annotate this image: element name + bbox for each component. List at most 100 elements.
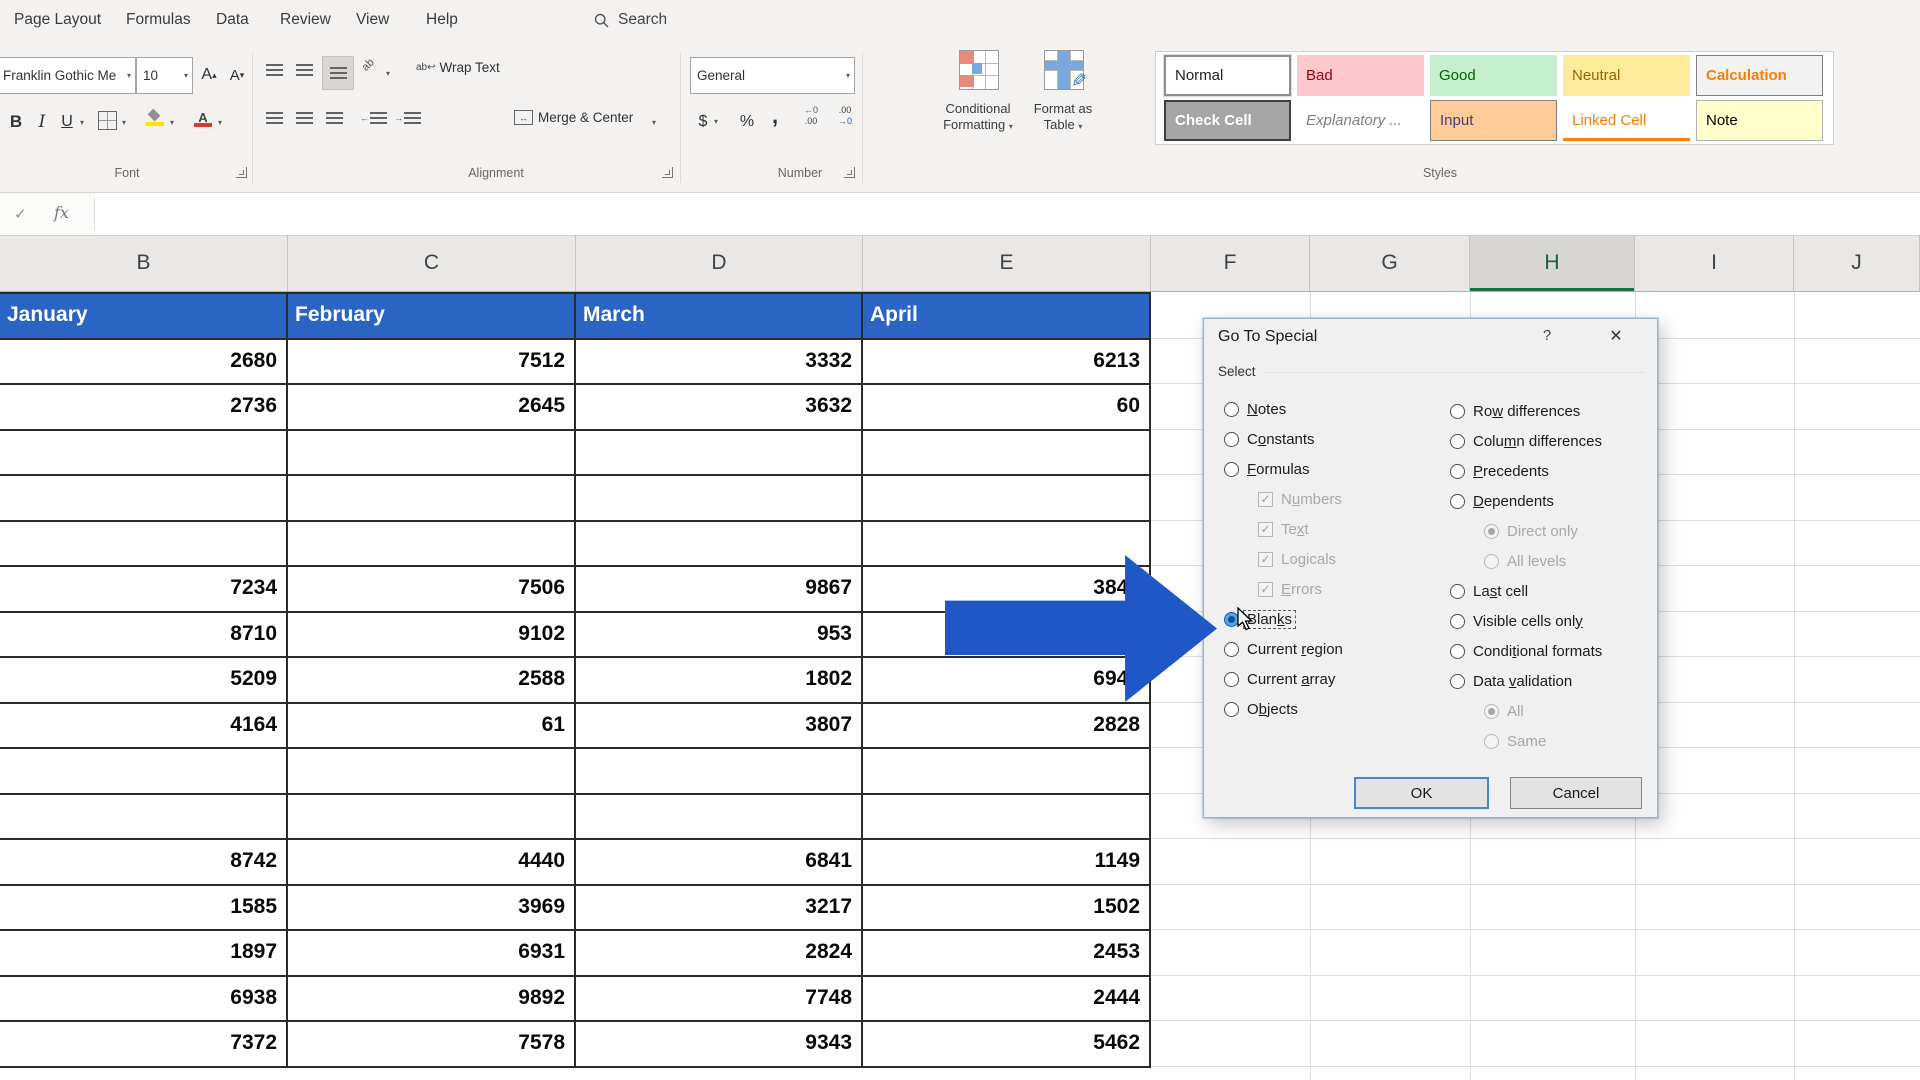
cancel-button[interactable]: Cancel	[1510, 777, 1642, 809]
option-constants[interactable]: Constants	[1224, 424, 1444, 454]
option-dependents[interactable]: Dependents	[1450, 486, 1655, 516]
data-cell[interactable]: 6931	[288, 931, 576, 975]
fx-icon[interactable]: fx	[54, 203, 69, 222]
data-cell[interactable]: 9867	[576, 567, 863, 611]
data-cell[interactable]	[288, 430, 576, 474]
font-size-combo[interactable]: 10 ▾	[136, 57, 193, 94]
data-cell[interactable]	[576, 749, 863, 793]
option-blanks[interactable]: Blanks	[1224, 604, 1444, 634]
align-right-button[interactable]	[326, 112, 343, 124]
data-cell[interactable]: 2453	[863, 931, 1151, 975]
data-cell[interactable]: 1149	[863, 840, 1151, 884]
data-cell[interactable]: 7512	[288, 339, 576, 383]
data-cell[interactable]: 9343	[576, 1022, 863, 1066]
radio-dependents[interactable]	[1450, 493, 1465, 509]
shrink-font-button[interactable]: A ▾	[224, 60, 250, 90]
data-cell[interactable]: 6841	[576, 840, 863, 884]
option-current-region[interactable]: Current region	[1224, 634, 1444, 664]
font-dialog-launcher[interactable]	[236, 167, 247, 178]
data-cell[interactable]: 3332	[576, 339, 863, 383]
month-header-cell[interactable]: April	[863, 294, 1151, 338]
column-header-I[interactable]: I	[1635, 236, 1794, 291]
data-cell[interactable]	[863, 749, 1151, 793]
align-top-button[interactable]	[266, 64, 283, 76]
data-cell[interactable]: 7372	[0, 1022, 288, 1066]
bold-button[interactable]: B	[4, 106, 28, 138]
comma-style-button[interactable]: ,	[766, 101, 784, 131]
italic-button[interactable]: I	[32, 106, 52, 138]
search-box[interactable]: Search	[594, 11, 667, 29]
option-conditional-formats[interactable]: Conditional formats	[1450, 636, 1655, 666]
radio-visible-cells-only[interactable]	[1450, 613, 1465, 629]
align-center-button[interactable]	[296, 112, 313, 124]
radio-current-region[interactable]	[1224, 641, 1239, 657]
chevron-down-icon[interactable]: ▾	[122, 118, 126, 127]
decrease-decimal-button[interactable]: .00 →0	[830, 105, 860, 137]
data-cell[interactable]	[863, 430, 1151, 474]
chevron-down-icon[interactable]: ▾	[714, 117, 718, 126]
grow-font-button[interactable]: A ▴	[196, 60, 222, 90]
option-data-validation[interactable]: Data validation	[1450, 666, 1655, 696]
data-cell[interactable]: 2824	[576, 931, 863, 975]
close-icon[interactable]: ✕	[1596, 326, 1636, 346]
radio-column-differences[interactable]	[1450, 433, 1465, 449]
data-cell[interactable]: 1802	[576, 658, 863, 702]
data-cell[interactable]: 2736	[0, 385, 288, 429]
style-bad[interactable]: Bad	[1297, 55, 1424, 96]
style-neutral[interactable]: Neutral	[1563, 55, 1690, 96]
data-cell[interactable]: 5209	[0, 658, 288, 702]
data-cell[interactable]	[0, 749, 288, 793]
help-icon[interactable]: ?	[1534, 327, 1560, 344]
column-header-C[interactable]: C	[288, 236, 576, 291]
radio-current-array[interactable]	[1224, 671, 1239, 687]
option-last-cell[interactable]: Last cell	[1450, 576, 1655, 606]
column-header-B[interactable]: B	[0, 236, 288, 291]
radio-notes[interactable]	[1224, 401, 1239, 417]
data-cell[interactable]: 7234	[0, 567, 288, 611]
chevron-down-icon[interactable]: ▾	[80, 118, 84, 127]
data-cell[interactable]: 4164	[0, 703, 288, 747]
option-formulas[interactable]: Formulas	[1224, 454, 1444, 484]
wrap-text-button[interactable]: ab↩ Wrap Text	[416, 60, 500, 75]
underline-button[interactable]: U	[56, 106, 78, 138]
data-cell[interactable]	[0, 430, 288, 474]
radio-precedents[interactable]	[1450, 463, 1465, 479]
data-cell[interactable]: 7578	[288, 1022, 576, 1066]
radio-data-validation[interactable]	[1450, 673, 1465, 689]
radio-constants[interactable]	[1224, 431, 1239, 447]
chevron-down-icon[interactable]: ▾	[386, 69, 390, 78]
data-cell[interactable]	[0, 521, 288, 565]
data-cell[interactable]: 61	[288, 703, 576, 747]
radio-conditional-formats[interactable]	[1450, 643, 1465, 659]
font-name-combo[interactable]: Franklin Gothic Me ▾	[0, 57, 136, 94]
month-header-cell[interactable]: March	[576, 294, 863, 338]
menu-tab-formulas[interactable]: Formulas	[126, 11, 191, 29]
data-cell[interactable]: 7506	[288, 567, 576, 611]
menu-tab-data[interactable]: Data	[216, 11, 249, 29]
data-cell[interactable]: 1585	[0, 885, 288, 929]
data-cell[interactable]	[288, 794, 576, 838]
data-cell[interactable]: 2828	[863, 703, 1151, 747]
fill-color-button[interactable]	[146, 110, 164, 126]
data-cell[interactable]	[0, 476, 288, 520]
column-header-D[interactable]: D	[576, 236, 863, 291]
data-cell[interactable]: 2444	[863, 976, 1151, 1020]
option-notes[interactable]: Notes	[1224, 394, 1444, 424]
orientation-button[interactable]: ab	[360, 56, 377, 73]
chevron-down-icon[interactable]: ▾	[652, 118, 656, 127]
data-cell[interactable]	[863, 521, 1151, 565]
option-precedents[interactable]: Precedents	[1450, 456, 1655, 486]
formula-input[interactable]	[95, 193, 1920, 235]
radio-last-cell[interactable]	[1450, 583, 1465, 599]
menu-tab-review[interactable]: Review	[280, 11, 331, 29]
data-cell[interactable]: 2645	[288, 385, 576, 429]
data-cell[interactable]	[576, 430, 863, 474]
data-cell[interactable]: 953	[576, 612, 863, 656]
align-left-button[interactable]	[266, 112, 283, 124]
style-normal[interactable]: Normal	[1163, 54, 1292, 97]
menu-tab-help[interactable]: Help	[426, 11, 458, 29]
data-cell[interactable]: 2680	[0, 339, 288, 383]
decrease-indent-button[interactable]: ←	[360, 112, 387, 124]
data-cell[interactable]	[576, 521, 863, 565]
data-cell[interactable]	[863, 476, 1151, 520]
